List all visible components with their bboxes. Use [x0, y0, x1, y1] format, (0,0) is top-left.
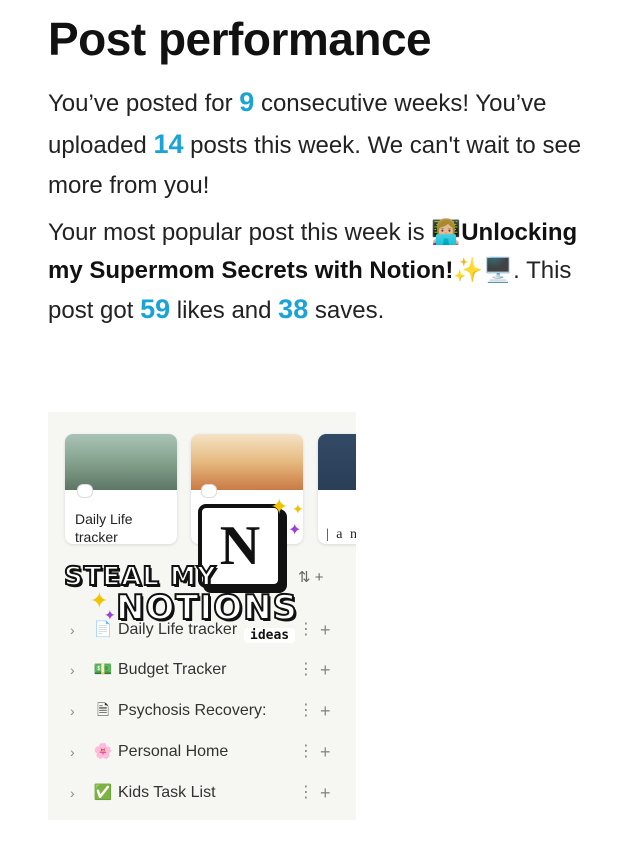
card-thumbnail — [191, 434, 303, 490]
flower-icon: 🌸 — [93, 743, 113, 760]
likes-count: 59 — [140, 294, 171, 324]
sparkle-icon: ✦ — [288, 522, 302, 539]
checkmark-icon: ✅ — [93, 784, 113, 801]
add-icon[interactable]: + — [320, 656, 331, 684]
card-label: | a n — [326, 527, 356, 542]
row-label: Budget Tracker — [118, 661, 227, 678]
row-personal-home[interactable]: › 🌸 Personal Home ⋮ + — [70, 738, 350, 766]
card-thumbnail — [65, 434, 177, 490]
row-label: Personal Home — [118, 743, 229, 760]
row-psychosis-recovery[interactable]: › 🗎 Psychosis Recovery: ⋮ + — [70, 697, 350, 725]
page-title: Post performance — [48, 13, 432, 65]
chevron-right-icon[interactable]: › — [70, 779, 75, 807]
add-icon[interactable]: + — [320, 738, 331, 766]
gallery-card-daily-life: Daily Life tracker — [65, 434, 177, 544]
streak-text-1: You’ve posted for — [48, 90, 240, 117]
popular-post-summary: Your most popular post this week is 👩🏼‍💻… — [48, 214, 608, 330]
sort-icon[interactable]: ⇅ + — [298, 568, 324, 586]
row-kids-task-list[interactable]: › ✅ Kids Task List ⋮ + — [70, 779, 350, 807]
more-menu-icon[interactable]: ⋮ — [298, 656, 314, 684]
more-menu-icon[interactable]: ⋮ — [298, 616, 314, 644]
weeks-count: 9 — [239, 87, 255, 117]
popular-intro: Your most popular post this week is — [48, 219, 432, 246]
row-label: Kids Task List — [118, 784, 216, 801]
chevron-right-icon[interactable]: › — [70, 656, 75, 684]
bunny-icon — [77, 484, 93, 498]
sparkle-icon: ✦ — [270, 494, 289, 519]
row-label: Daily Life tracker — [118, 621, 238, 638]
post-preview-image[interactable]: Daily Life tracker | a n N ✦ ✦ ✦ ⇅ + STE… — [48, 412, 356, 820]
row-budget-tracker[interactable]: › 💵 Budget Tracker ⋮ + — [70, 656, 350, 684]
more-menu-icon[interactable]: ⋮ — [298, 779, 314, 807]
popular-text-2: likes and — [170, 297, 279, 324]
add-icon[interactable]: + — [320, 697, 331, 725]
posts-count: 14 — [153, 129, 184, 159]
page-icon: 📄 — [93, 621, 113, 638]
chevron-right-icon[interactable]: › — [70, 616, 75, 644]
card-thumbnail — [318, 434, 356, 490]
sparkle-icon: ✦ — [292, 501, 304, 517]
money-icon: 💵 — [93, 661, 113, 678]
saves-count: 38 — [278, 294, 309, 324]
popular-text-3: saves. — [308, 297, 385, 324]
row-daily-life[interactable]: › 📄 Daily Life tracker ⋮ + — [70, 616, 350, 644]
chevron-right-icon[interactable]: › — [70, 697, 75, 725]
add-icon[interactable]: + — [320, 616, 331, 644]
row-label: Psychosis Recovery: — [118, 702, 267, 719]
document-icon: 🗎 — [96, 702, 110, 719]
bunny-icon — [201, 484, 217, 498]
sticker-ideas: ideas — [244, 628, 296, 643]
more-menu-icon[interactable]: ⋮ — [298, 738, 314, 766]
more-menu-icon[interactable]: ⋮ — [298, 697, 314, 725]
card-label: Daily Life tracker — [75, 511, 133, 544]
gallery-card-partial: | a n — [318, 434, 356, 544]
streak-summary: You’ve posted for 9 consecutive weeks! Y… — [48, 82, 608, 206]
add-icon[interactable]: + — [320, 779, 331, 807]
chevron-right-icon[interactable]: › — [70, 738, 75, 766]
